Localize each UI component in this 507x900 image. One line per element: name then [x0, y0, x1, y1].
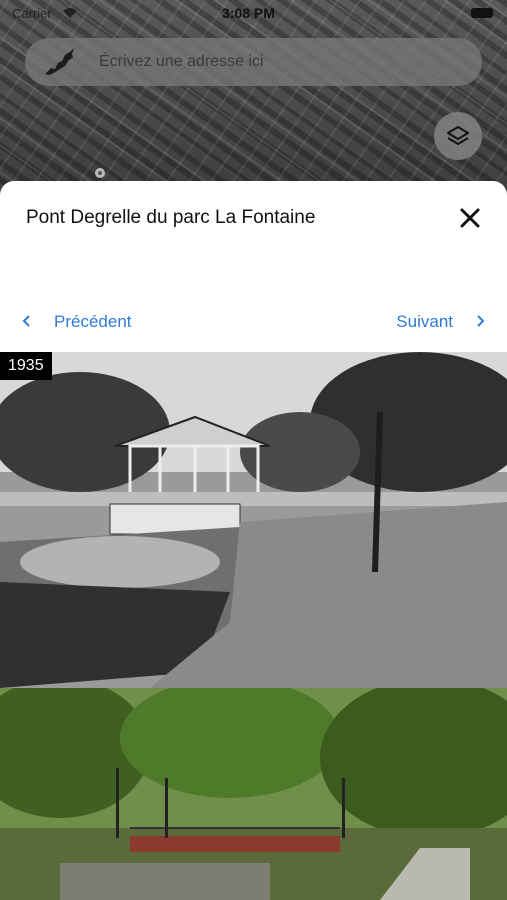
- historical-photo[interactable]: 1935: [0, 352, 507, 688]
- current-photo-image: [0, 688, 507, 900]
- previous-button[interactable]: Précédent: [22, 311, 132, 333]
- year-badge: 1935: [0, 352, 52, 380]
- close-button[interactable]: [455, 203, 485, 233]
- montreal-island-icon: [43, 47, 77, 82]
- chevron-right-icon: [475, 312, 485, 333]
- close-icon: [460, 208, 480, 228]
- chevron-left-icon: [22, 312, 32, 333]
- layers-button[interactable]: [434, 112, 482, 160]
- status-bar: Carrier 3:08 PM: [0, 0, 507, 28]
- previous-label: Précédent: [54, 312, 132, 331]
- sheet-title: Pont Degrelle du parc La Fontaine: [26, 207, 316, 228]
- next-label: Suivant: [396, 312, 453, 331]
- detail-sheet: Pont Degrelle du parc La Fontaine Précéd…: [0, 181, 507, 900]
- search-bar[interactable]: Écrivez une adresse ici: [25, 38, 482, 86]
- map-pin-icon[interactable]: [92, 166, 108, 182]
- map-background[interactable]: [0, 0, 507, 200]
- status-time: 3:08 PM: [222, 5, 275, 21]
- carrier-label: Carrier: [12, 6, 52, 21]
- next-button[interactable]: Suivant: [396, 311, 485, 333]
- wifi-icon: [62, 6, 78, 22]
- battery-icon: [471, 8, 493, 18]
- search-input[interactable]: Écrivez une adresse ici: [99, 53, 264, 71]
- historical-photo-image: [0, 352, 507, 688]
- current-photo[interactable]: [0, 688, 507, 900]
